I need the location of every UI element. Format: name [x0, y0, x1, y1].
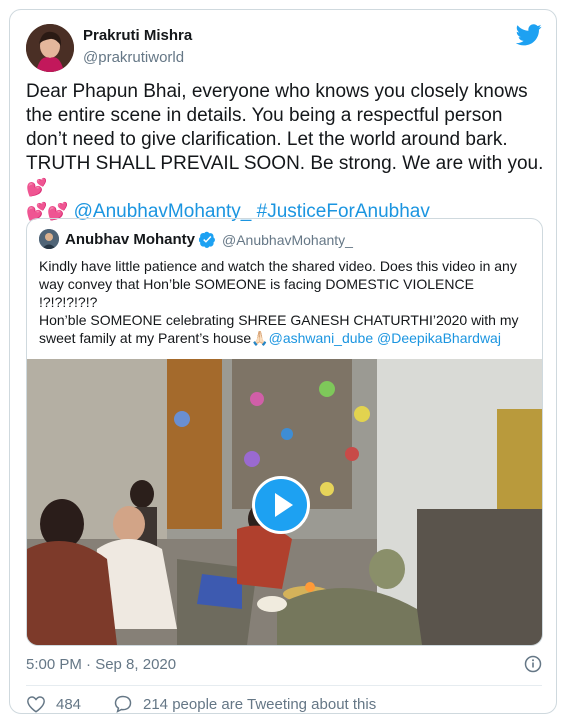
tweet-text: Dear Phapun Bhai, everyone who knows you…	[26, 80, 546, 224]
quoted-tweet-text: Kindly have little patience and watch th…	[39, 257, 533, 347]
mention-link[interactable]: @DeepikaBhardwaj	[377, 330, 501, 346]
speech-bubble-icon	[114, 695, 132, 713]
divider	[26, 685, 542, 686]
pray-emoji: 🙏🏻	[251, 330, 269, 346]
tweet-body: Dear Phapun Bhai, everyone who knows you…	[26, 81, 544, 174]
author-handle[interactable]: @prakrutiworld	[83, 49, 184, 66]
tweeting-about-text: 214 people are Tweeting about this	[143, 695, 377, 713]
tweeting-about-link[interactable]: 214 people are Tweeting about this	[113, 692, 376, 716]
tweet-card: Prakruti Mishra @prakrutiworld Dear Phap…	[9, 9, 557, 714]
quoted-author-avatar	[39, 229, 59, 249]
tweet-timestamp[interactable]: 5:00 PM · Sep 8, 2020	[26, 656, 176, 673]
quoted-line-1: Kindly have little patience and watch th…	[39, 258, 517, 310]
author-name[interactable]: Prakruti Mishra	[83, 27, 192, 44]
verified-badge-icon	[198, 231, 216, 248]
heart-icon	[27, 696, 45, 713]
quoted-author-name: Anubhav Mohanty	[65, 231, 195, 248]
video-player[interactable]	[27, 359, 542, 645]
play-button[interactable]	[252, 476, 310, 534]
play-icon	[275, 493, 293, 517]
quoted-author-handle: @AnubhavMohanty_	[222, 232, 353, 248]
author-avatar[interactable]	[26, 24, 74, 72]
like-button[interactable]: 484	[26, 692, 81, 716]
mention-link[interactable]: @ashwani_dube	[269, 330, 374, 346]
like-count: 484	[56, 695, 82, 713]
info-icon[interactable]	[524, 655, 542, 673]
twitter-bird-icon[interactable]	[515, 24, 542, 46]
quoted-tweet[interactable]: Anubhav Mohanty @AnubhavMohanty_ Kindly …	[26, 218, 543, 646]
hearts-emoji: 💕	[26, 178, 48, 197]
